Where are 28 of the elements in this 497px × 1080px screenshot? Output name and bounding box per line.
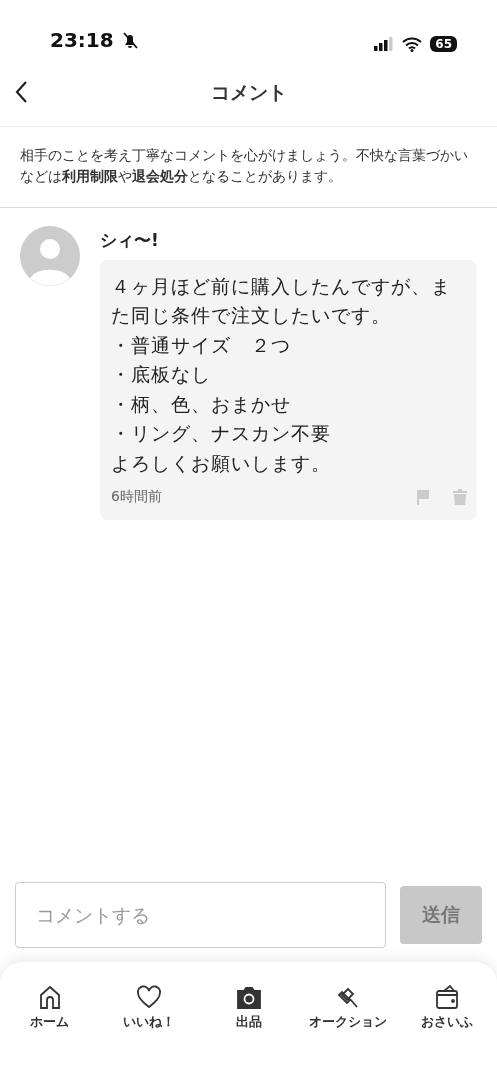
comment-author: シィ〜!	[100, 228, 160, 252]
comment-line: ・リング、ナスカン不要	[111, 421, 332, 447]
comment-time: 6時間前	[111, 488, 163, 507]
signal-icon	[374, 37, 395, 51]
delete-button[interactable]	[453, 489, 467, 506]
battery-level: 65	[430, 36, 457, 52]
flag-icon	[415, 489, 431, 506]
heart-icon	[135, 984, 164, 1010]
comment-line: ・底板なし	[111, 362, 212, 388]
tab-item[interactable]: 出品	[198, 984, 299, 1034]
wifi-icon	[402, 36, 423, 52]
comment-line: ・柄、色、おまかせ	[111, 391, 292, 417]
comment-line: ・普通サイズ ２つ	[111, 332, 292, 358]
tab-item[interactable]: いいね！	[99, 984, 199, 1034]
notice-text: 相手のことを考え丁寧なコメントを心がけましょう。不快な言葉づかいなどは利用制限や退会処分となることがあります。	[0, 127, 497, 208]
camera-icon	[234, 984, 263, 1010]
comment-line: ４ヶ月ほど前に購入したんですが、また同じ条件で注文したいです。	[111, 273, 452, 329]
bell-slash-icon	[121, 31, 138, 49]
tab-item[interactable]: ホーム	[0, 984, 100, 1034]
report-button[interactable]	[415, 489, 431, 506]
tab-item[interactable]: オークション	[298, 984, 398, 1034]
tab-item[interactable]: おさいふ	[397, 984, 497, 1034]
comment-line: よろしくお願いします。	[111, 450, 332, 476]
screen-title: コメント	[210, 80, 287, 105]
chevron-left-icon	[14, 80, 28, 104]
avatar-icon	[20, 225, 80, 286]
trash-icon	[453, 489, 467, 506]
status-time: 23:18	[50, 28, 114, 52]
